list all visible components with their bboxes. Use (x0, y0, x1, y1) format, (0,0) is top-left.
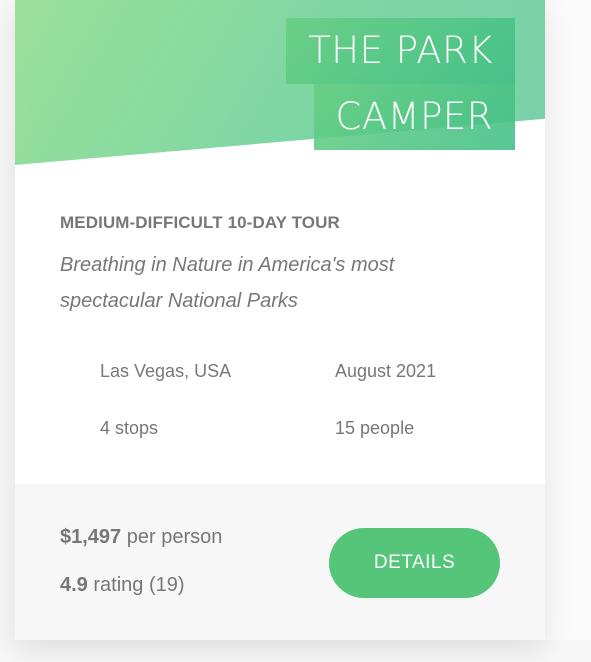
price-value: $1,497 (60, 526, 122, 548)
card-footer: $1,497 per person 4.9 rating (19) DETAIL… (15, 484, 545, 640)
tour-sub-heading: MEDIUM-DIFFICULT 10-DAY TOUR (60, 213, 340, 232)
fact-date: August 2021 (335, 361, 437, 381)
card-heading-line-2: CAMPER (313, 84, 515, 150)
page: THE PARK CAMPER MEDIUM-DIFFICULT 10-DAY … (0, 0, 591, 662)
fact-stops: 4 stops (100, 418, 159, 438)
card-heading: THE PARK CAMPER (255, 18, 515, 150)
details-button[interactable]: DETAILS (329, 528, 500, 598)
rating-value: 4.9 (60, 574, 88, 596)
card-heading-line-1: THE PARK (286, 18, 515, 84)
price-line: $1,497 per person (60, 526, 222, 549)
page-background-strip (545, 0, 591, 640)
card-details: MEDIUM-DIFFICULT 10-DAY TOUR Breathing i… (60, 205, 510, 438)
price-unit: per person (126, 526, 223, 548)
rating-text: rating (19) (93, 574, 185, 596)
fact-location: Las Vegas, USA (100, 361, 232, 381)
tour-description: Breathing in Nature in America's most sp… (60, 254, 395, 312)
rating-line: 4.9 rating (19) (60, 574, 185, 597)
fact-people: 15 people (335, 418, 415, 438)
tour-card: THE PARK CAMPER MEDIUM-DIFFICULT 10-DAY … (15, 0, 545, 640)
